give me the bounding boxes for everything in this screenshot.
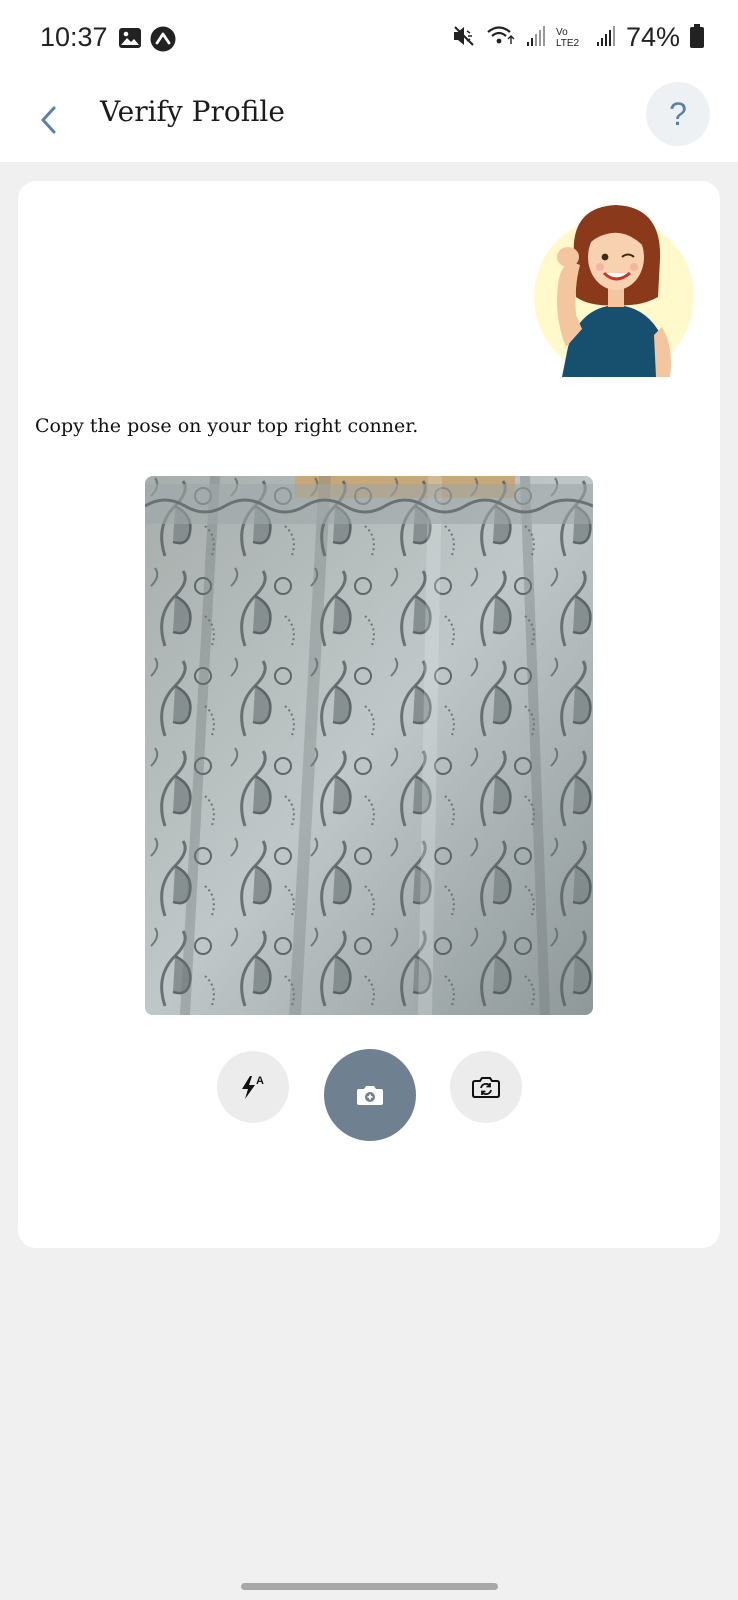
pose-illustration — [530, 197, 698, 377]
page-title: Verify Profile — [100, 95, 285, 128]
verify-card: Copy the pose on your top right conner. — [18, 181, 720, 1248]
chevron-left-icon — [41, 106, 56, 134]
battery-percent: 74% — [625, 22, 680, 52]
camera-preview — [145, 476, 593, 1015]
capture-button[interactable] — [324, 1049, 416, 1141]
flash-toggle-button[interactable]: A — [217, 1051, 289, 1123]
wifi-icon — [486, 25, 516, 51]
network-label: Vo LTE2 — [555, 26, 580, 49]
instruction-text: Copy the pose on your top right conner. — [35, 415, 419, 437]
app-bar: Verify Profile ? — [0, 78, 738, 162]
home-indicator[interactable] — [241, 1583, 498, 1590]
gallery-icon — [118, 26, 142, 56]
question-icon: ? — [669, 95, 687, 132]
mute-icon — [452, 24, 476, 52]
switch-camera-button[interactable] — [450, 1051, 522, 1123]
battery-icon — [690, 23, 704, 52]
svg-text:A: A — [256, 1075, 264, 1087]
help-button[interactable]: ? — [646, 82, 710, 146]
camera-controls: A — [18, 1049, 720, 1151]
flash-auto-icon: A — [242, 1075, 264, 1099]
signal-icon — [526, 25, 546, 51]
switch-camera-icon — [472, 1077, 500, 1098]
signal-icon-2 — [596, 25, 616, 51]
status-bar: 10:37 Vo LTE2 74% — [0, 0, 738, 78]
back-button[interactable] — [28, 96, 68, 144]
navigation-icon — [150, 26, 176, 56]
status-time: 10:37 — [40, 22, 108, 52]
camera-capture-icon — [357, 1086, 383, 1105]
